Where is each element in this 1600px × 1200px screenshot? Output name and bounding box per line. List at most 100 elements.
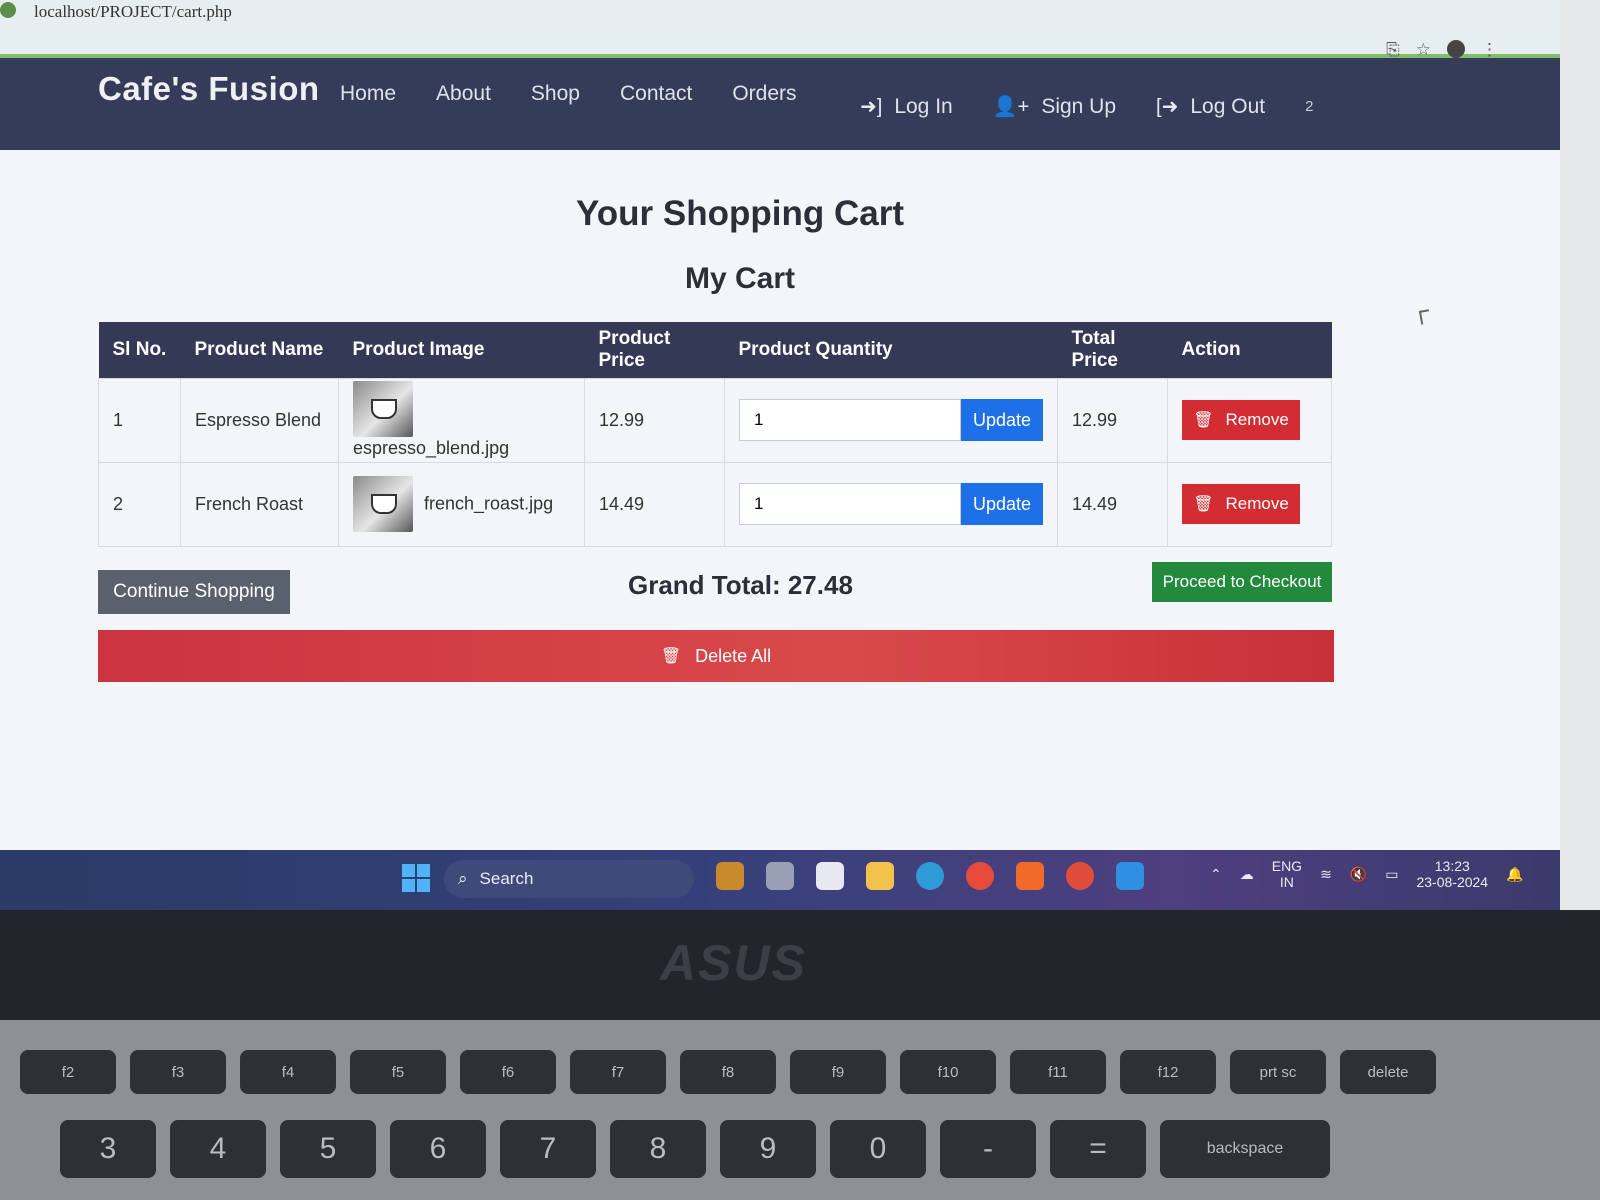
search-icon: ⌕ [458,869,468,888]
proceed-to-checkout-button[interactable]: Proceed to Checkout [1152,562,1332,602]
delete-all-button[interactable]: 🗑 Delete All [98,630,1334,682]
edge-browser-icon[interactable] [916,862,944,890]
clock-time: 13:23 [1434,858,1470,874]
windows-start-icon[interactable] [402,864,430,892]
login-link[interactable]: ➜] Log In [860,94,953,119]
menu-kebab-icon[interactable]: ⋮ [1481,40,1498,60]
col-product-quantity: Product Quantity [724,322,1058,378]
key: 8 [610,1120,706,1178]
quantity-input[interactable] [739,399,961,441]
table-row: 2 French Roast french_roast.jpg 14.49 Up… [98,461,1332,547]
remove-button[interactable]: 🗑 Remove [1182,400,1300,440]
taskbar: ⌕ Search ⌃ ☁ ENG IN ≋ 🔇 ▭ 13:23 23-08-20… [0,850,1560,910]
table-header-row: Sl No. Product Name Product Image Produc… [98,322,1332,378]
battery-icon[interactable]: ▭ [1385,866,1398,883]
main-content: Your Shopping Cart My Cart Sl No. Produc… [0,150,1560,850]
col-product-name: Product Name [180,322,339,378]
notification-bell-icon[interactable]: 🔔 [1506,866,1523,883]
laptop-bezel: ASUS [0,910,1600,1020]
row-product-name: French Roast [180,461,339,547]
row-action-cell: 🗑 Remove [1167,377,1332,463]
delete-all-label: Delete All [695,645,772,666]
remove-button[interactable]: 🗑 Remove [1182,484,1300,524]
work-briefcase-icon[interactable] [716,862,744,890]
row-product-name: Espresso Blend [180,377,339,463]
key: f5 [350,1050,446,1094]
row-image-filename: french_roast.jpg [424,493,554,514]
profile-avatar-icon[interactable] [1447,40,1465,58]
signup-link[interactable]: 👤+ Sign Up [993,94,1116,119]
user-plus-icon: 👤+ [992,96,1030,118]
update-button[interactable]: Update [961,483,1043,525]
row-quantity-cell: Update [724,377,1058,463]
logout-label: Log Out [1190,94,1266,118]
login-label: Log In [894,94,953,118]
laptop-keyboard: f2 f3 f4 f5 f6 f7 f8 f9 f10 f11 f12 prt … [0,1020,1600,1200]
xampp-icon[interactable] [1016,862,1044,890]
key: f12 [1120,1050,1216,1094]
row-sl: 2 [98,461,181,547]
row-price: 12.99 [584,377,725,463]
brand-logo[interactable]: Cafe's Fusion [98,70,320,108]
quantity-group: Update [739,483,1043,525]
navbar: Cafe's Fusion Home About Shop Contact Or… [0,58,1560,150]
browser-address-bar[interactable]: localhost/PROJECT/cart.php ⎘ ☆ ⋮ [0,0,1560,60]
key: 6 [390,1120,486,1178]
chrome-profile-icon[interactable] [1066,862,1094,890]
clock-date: 23-08-2024 [1416,874,1489,890]
taskbar-search[interactable]: ⌕ Search [444,860,694,898]
logout-link[interactable]: [➜ Log Out [1156,94,1265,119]
key: f4 [240,1050,336,1094]
nav-contact[interactable]: Contact [620,82,692,106]
key: f3 [130,1050,226,1094]
remove-label: Remove [1225,494,1289,513]
key: = [1050,1120,1146,1178]
function-key-row: f2 f3 f4 f5 f6 f7 f8 f9 f10 f11 f12 prt … [20,1050,1436,1094]
sign-out-icon: [➜ [1156,96,1179,118]
system-tray: ⌃ ☁ ENG IN ≋ 🔇 ▭ 13:23 23-08-2024 🔔 [1210,858,1524,890]
store-icon[interactable] [816,862,844,890]
quantity-input[interactable] [739,483,961,525]
col-action: Action [1167,322,1332,378]
number-key-row: 3 4 5 6 7 8 9 0 - = backspace [60,1120,1330,1178]
site-info-icon[interactable] [0,2,16,18]
wifi-icon[interactable]: ≋ [1320,866,1332,883]
row-image-filename: espresso_blend.jpg [353,437,510,458]
col-total-price: Total Price [1057,322,1168,378]
key: backspace [1160,1120,1330,1178]
cart-count-badge[interactable]: 2 [1305,98,1313,115]
cloud-icon[interactable]: ☁ [1240,866,1254,883]
key: 9 [720,1120,816,1178]
product-thumbnail [353,476,413,532]
task-view-icon[interactable] [766,862,794,890]
cart-subtitle: My Cart [684,262,796,295]
nav-home[interactable]: Home [340,82,396,106]
row-quantity-cell: Update [724,461,1058,547]
vscode-icon[interactable] [1116,862,1144,890]
nav-account-links: ➜] Log In 👤+ Sign Up [➜ Log Out 2 [860,94,1313,119]
col-sl-no: Sl No. [98,322,181,378]
key: 7 [500,1120,596,1178]
product-thumbnail [353,381,413,438]
translate-icon[interactable]: ⎘ [1386,40,1400,60]
lang-region: IN [1279,874,1294,890]
key: f7 [570,1050,666,1094]
url-text[interactable]: localhost/PROJECT/cart.php [34,2,232,22]
nav-orders[interactable]: Orders [732,82,796,106]
continue-shopping-button[interactable]: Continue Shopping [98,570,290,614]
update-button[interactable]: Update [961,399,1043,441]
table-row: 1 Espresso Blend espresso_blend.jpg 12.9… [98,377,1332,463]
nav-about[interactable]: About [436,82,491,106]
bookmark-star-icon[interactable]: ☆ [1416,40,1431,60]
cart-table: Sl No. Product Name Product Image Produc… [98,322,1332,547]
chevron-up-icon[interactable]: ⌃ [1210,866,1222,883]
clock[interactable]: 13:23 23-08-2024 [1416,858,1488,890]
speaker-muted-icon[interactable]: 🔇 [1350,866,1367,883]
row-sl: 1 [98,377,181,463]
nav-shop[interactable]: Shop [531,82,580,106]
lang-code: ENG [1271,858,1303,874]
file-explorer-icon[interactable] [866,862,894,890]
chrome-icon[interactable] [966,862,994,890]
signup-label: Sign Up [1041,94,1117,118]
language-indicator[interactable]: ENG IN [1272,858,1302,890]
